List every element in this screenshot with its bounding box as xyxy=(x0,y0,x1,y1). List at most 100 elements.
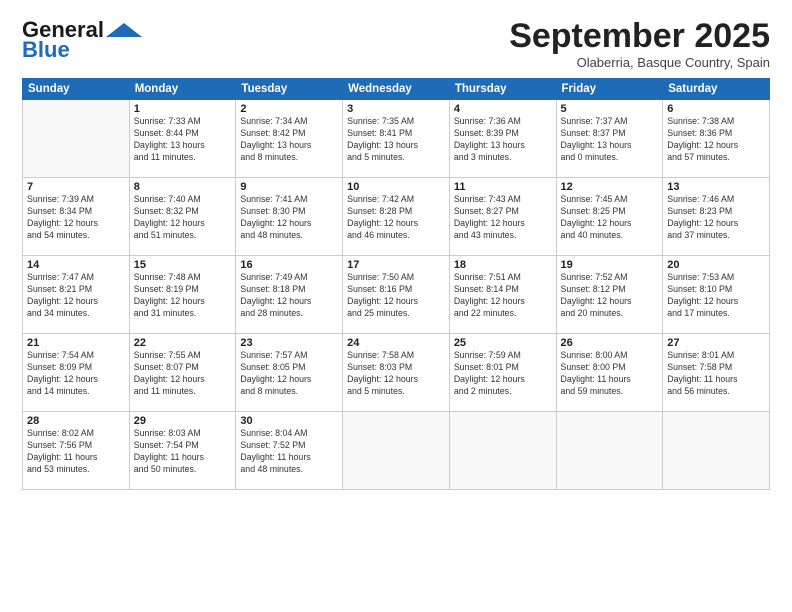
table-row: 21Sunrise: 7:54 AMSunset: 8:09 PMDayligh… xyxy=(23,334,130,412)
day-number: 17 xyxy=(347,259,445,271)
day-info: Sunrise: 7:57 AMSunset: 8:05 PMDaylight:… xyxy=(240,350,338,398)
table-row: 20Sunrise: 7:53 AMSunset: 8:10 PMDayligh… xyxy=(663,256,770,334)
table-row xyxy=(449,412,556,490)
table-row: 7Sunrise: 7:39 AMSunset: 8:34 PMDaylight… xyxy=(23,178,130,256)
table-row: 29Sunrise: 8:03 AMSunset: 7:54 PMDayligh… xyxy=(129,412,236,490)
day-number: 21 xyxy=(27,337,125,349)
table-row: 3Sunrise: 7:35 AMSunset: 8:41 PMDaylight… xyxy=(343,100,450,178)
table-row: 24Sunrise: 7:58 AMSunset: 8:03 PMDayligh… xyxy=(343,334,450,412)
header: General Blue September 2025 Olaberria, B… xyxy=(22,18,770,70)
table-row: 9Sunrise: 7:41 AMSunset: 8:30 PMDaylight… xyxy=(236,178,343,256)
day-info: Sunrise: 7:34 AMSunset: 8:42 PMDaylight:… xyxy=(240,116,338,164)
table-row: 2Sunrise: 7:34 AMSunset: 8:42 PMDaylight… xyxy=(236,100,343,178)
table-row: 27Sunrise: 8:01 AMSunset: 7:58 PMDayligh… xyxy=(663,334,770,412)
day-number: 26 xyxy=(561,337,659,349)
table-row: 13Sunrise: 7:46 AMSunset: 8:23 PMDayligh… xyxy=(663,178,770,256)
col-monday: Monday xyxy=(129,79,236,100)
day-number: 27 xyxy=(667,337,765,349)
day-info: Sunrise: 7:58 AMSunset: 8:03 PMDaylight:… xyxy=(347,350,445,398)
day-info: Sunrise: 7:54 AMSunset: 8:09 PMDaylight:… xyxy=(27,350,125,398)
day-info: Sunrise: 7:49 AMSunset: 8:18 PMDaylight:… xyxy=(240,272,338,320)
day-number: 23 xyxy=(240,337,338,349)
day-info: Sunrise: 8:04 AMSunset: 7:52 PMDaylight:… xyxy=(240,428,338,476)
table-row: 28Sunrise: 8:02 AMSunset: 7:56 PMDayligh… xyxy=(23,412,130,490)
day-number: 4 xyxy=(454,103,552,115)
day-number: 30 xyxy=(240,415,338,427)
day-number: 9 xyxy=(240,181,338,193)
day-number: 12 xyxy=(561,181,659,193)
calendar-subtitle: Olaberria, Basque Country, Spain xyxy=(509,55,770,70)
table-row: 12Sunrise: 7:45 AMSunset: 8:25 PMDayligh… xyxy=(556,178,663,256)
table-row: 4Sunrise: 7:36 AMSunset: 8:39 PMDaylight… xyxy=(449,100,556,178)
day-info: Sunrise: 7:48 AMSunset: 8:19 PMDaylight:… xyxy=(134,272,232,320)
day-info: Sunrise: 7:35 AMSunset: 8:41 PMDaylight:… xyxy=(347,116,445,164)
day-info: Sunrise: 7:47 AMSunset: 8:21 PMDaylight:… xyxy=(27,272,125,320)
day-info: Sunrise: 7:36 AMSunset: 8:39 PMDaylight:… xyxy=(454,116,552,164)
day-info: Sunrise: 7:39 AMSunset: 8:34 PMDaylight:… xyxy=(27,194,125,242)
day-info: Sunrise: 8:02 AMSunset: 7:56 PMDaylight:… xyxy=(27,428,125,476)
day-info: Sunrise: 7:37 AMSunset: 8:37 PMDaylight:… xyxy=(561,116,659,164)
day-info: Sunrise: 7:51 AMSunset: 8:14 PMDaylight:… xyxy=(454,272,552,320)
calendar-table: Sunday Monday Tuesday Wednesday Thursday… xyxy=(22,78,770,490)
day-number: 5 xyxy=(561,103,659,115)
day-info: Sunrise: 7:33 AMSunset: 8:44 PMDaylight:… xyxy=(134,116,232,164)
table-row xyxy=(663,412,770,490)
day-number: 1 xyxy=(134,103,232,115)
day-number: 16 xyxy=(240,259,338,271)
col-friday: Friday xyxy=(556,79,663,100)
day-number: 15 xyxy=(134,259,232,271)
logo-icon xyxy=(106,23,142,39)
day-info: Sunrise: 7:43 AMSunset: 8:27 PMDaylight:… xyxy=(454,194,552,242)
calendar-week-5: 28Sunrise: 8:02 AMSunset: 7:56 PMDayligh… xyxy=(23,412,770,490)
day-info: Sunrise: 8:00 AMSunset: 8:00 PMDaylight:… xyxy=(561,350,659,398)
logo: General Blue xyxy=(22,18,142,62)
table-row: 15Sunrise: 7:48 AMSunset: 8:19 PMDayligh… xyxy=(129,256,236,334)
day-info: Sunrise: 7:40 AMSunset: 8:32 PMDaylight:… xyxy=(134,194,232,242)
table-row: 16Sunrise: 7:49 AMSunset: 8:18 PMDayligh… xyxy=(236,256,343,334)
day-info: Sunrise: 7:41 AMSunset: 8:30 PMDaylight:… xyxy=(240,194,338,242)
day-info: Sunrise: 7:38 AMSunset: 8:36 PMDaylight:… xyxy=(667,116,765,164)
calendar-header-row: Sunday Monday Tuesday Wednesday Thursday… xyxy=(23,79,770,100)
day-info: Sunrise: 7:46 AMSunset: 8:23 PMDaylight:… xyxy=(667,194,765,242)
calendar-week-2: 7Sunrise: 7:39 AMSunset: 8:34 PMDaylight… xyxy=(23,178,770,256)
day-number: 2 xyxy=(240,103,338,115)
day-number: 20 xyxy=(667,259,765,271)
title-block: September 2025 Olaberria, Basque Country… xyxy=(509,18,770,70)
calendar-week-3: 14Sunrise: 7:47 AMSunset: 8:21 PMDayligh… xyxy=(23,256,770,334)
table-row: 14Sunrise: 7:47 AMSunset: 8:21 PMDayligh… xyxy=(23,256,130,334)
table-row: 26Sunrise: 8:00 AMSunset: 8:00 PMDayligh… xyxy=(556,334,663,412)
day-number: 11 xyxy=(454,181,552,193)
day-number: 13 xyxy=(667,181,765,193)
day-number: 25 xyxy=(454,337,552,349)
calendar-title: September 2025 xyxy=(509,18,770,55)
day-info: Sunrise: 8:03 AMSunset: 7:54 PMDaylight:… xyxy=(134,428,232,476)
table-row xyxy=(343,412,450,490)
table-row: 10Sunrise: 7:42 AMSunset: 8:28 PMDayligh… xyxy=(343,178,450,256)
col-sunday: Sunday xyxy=(23,79,130,100)
table-row: 17Sunrise: 7:50 AMSunset: 8:16 PMDayligh… xyxy=(343,256,450,334)
day-number: 19 xyxy=(561,259,659,271)
col-tuesday: Tuesday xyxy=(236,79,343,100)
table-row: 8Sunrise: 7:40 AMSunset: 8:32 PMDaylight… xyxy=(129,178,236,256)
calendar-week-1: 1Sunrise: 7:33 AMSunset: 8:44 PMDaylight… xyxy=(23,100,770,178)
calendar-week-4: 21Sunrise: 7:54 AMSunset: 8:09 PMDayligh… xyxy=(23,334,770,412)
day-number: 22 xyxy=(134,337,232,349)
table-row: 11Sunrise: 7:43 AMSunset: 8:27 PMDayligh… xyxy=(449,178,556,256)
table-row: 22Sunrise: 7:55 AMSunset: 8:07 PMDayligh… xyxy=(129,334,236,412)
day-info: Sunrise: 7:55 AMSunset: 8:07 PMDaylight:… xyxy=(134,350,232,398)
day-info: Sunrise: 7:52 AMSunset: 8:12 PMDaylight:… xyxy=(561,272,659,320)
day-info: Sunrise: 7:59 AMSunset: 8:01 PMDaylight:… xyxy=(454,350,552,398)
day-number: 28 xyxy=(27,415,125,427)
day-number: 24 xyxy=(347,337,445,349)
table-row: 18Sunrise: 7:51 AMSunset: 8:14 PMDayligh… xyxy=(449,256,556,334)
day-number: 8 xyxy=(134,181,232,193)
day-number: 29 xyxy=(134,415,232,427)
table-row: 23Sunrise: 7:57 AMSunset: 8:05 PMDayligh… xyxy=(236,334,343,412)
table-row: 30Sunrise: 8:04 AMSunset: 7:52 PMDayligh… xyxy=(236,412,343,490)
day-number: 3 xyxy=(347,103,445,115)
day-info: Sunrise: 8:01 AMSunset: 7:58 PMDaylight:… xyxy=(667,350,765,398)
day-info: Sunrise: 7:45 AMSunset: 8:25 PMDaylight:… xyxy=(561,194,659,242)
day-number: 6 xyxy=(667,103,765,115)
logo-blue: Blue xyxy=(22,38,70,62)
day-info: Sunrise: 7:50 AMSunset: 8:16 PMDaylight:… xyxy=(347,272,445,320)
